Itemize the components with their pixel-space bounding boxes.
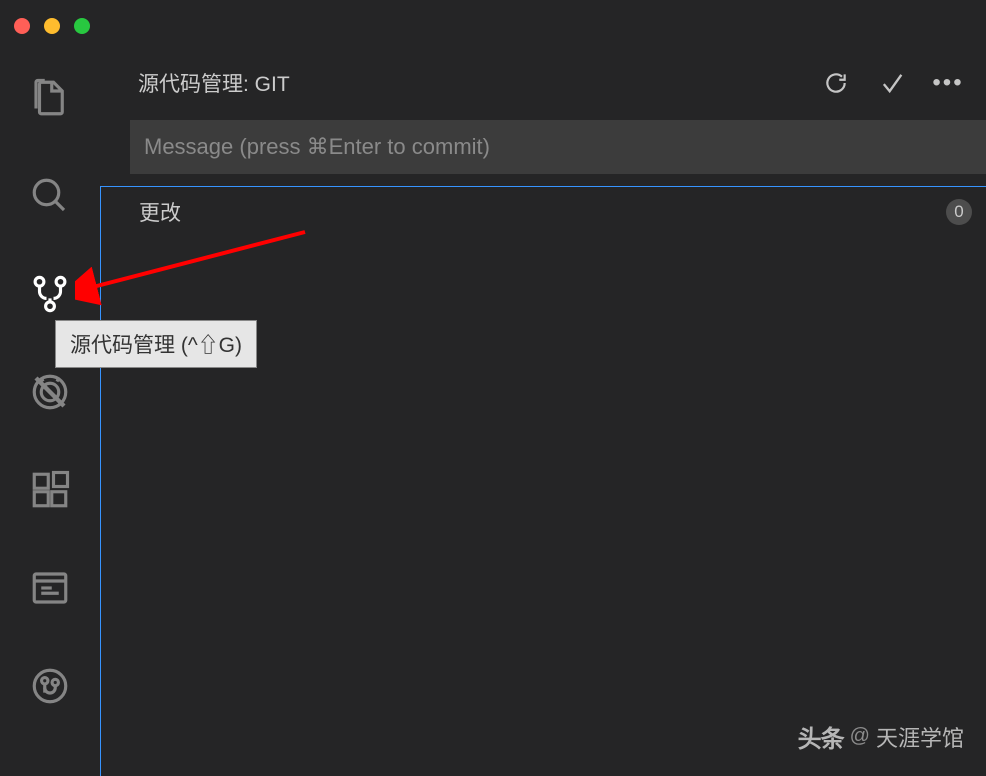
minimize-window-button[interactable] <box>44 18 60 34</box>
changes-count-badge: 0 <box>946 199 972 225</box>
commit-message-input[interactable] <box>130 120 986 174</box>
source-control-icon[interactable] <box>26 270 74 318</box>
refresh-icon[interactable] <box>822 69 850 97</box>
watermark: 头条 @ 天涯学馆 <box>798 719 964 754</box>
scm-tooltip: 源代码管理 (^⇧G) <box>55 320 257 368</box>
app-body: 源代码管理: GIT ••• 更改 0 <box>0 52 986 776</box>
panel-title: 源代码管理: GIT <box>138 68 290 98</box>
source-control-panel: 源代码管理: GIT ••• 更改 0 <box>100 52 986 776</box>
search-icon[interactable] <box>26 172 74 220</box>
maximize-window-button[interactable] <box>74 18 90 34</box>
titlebar <box>0 0 986 52</box>
extensions-icon[interactable] <box>26 466 74 514</box>
git-branch-icon[interactable] <box>26 662 74 710</box>
close-window-button[interactable] <box>14 18 30 34</box>
watermark-at: @ <box>850 725 870 748</box>
commit-icon[interactable] <box>878 69 906 97</box>
changes-section: 更改 0 <box>100 186 986 776</box>
debug-icon[interactable] <box>26 368 74 416</box>
panel-header: 源代码管理: GIT ••• <box>100 52 986 114</box>
explorer-icon[interactable] <box>26 74 74 122</box>
gitlens-icon[interactable] <box>26 564 74 612</box>
panel-actions: ••• <box>822 69 968 97</box>
watermark-brand: 头条 <box>798 719 844 754</box>
watermark-name: 天涯学馆 <box>876 721 964 753</box>
activity-bar <box>0 52 100 776</box>
changes-header[interactable]: 更改 0 <box>101 187 986 237</box>
more-actions-icon[interactable]: ••• <box>934 69 962 97</box>
changes-label: 更改 <box>139 197 181 227</box>
